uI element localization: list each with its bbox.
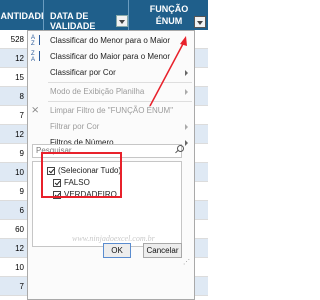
ok-button[interactable]: OK <box>103 243 131 258</box>
watermark: www.ninjadoexcel.com.br <box>72 234 155 243</box>
excel-window: UANTIDADE DATA DE VALIDADE FUNÇÃO ÉNUM 5… <box>0 0 208 300</box>
cancel-button[interactable]: Cancelar <box>143 243 182 258</box>
resize-grip-icon[interactable]: ⋰ <box>183 259 193 269</box>
